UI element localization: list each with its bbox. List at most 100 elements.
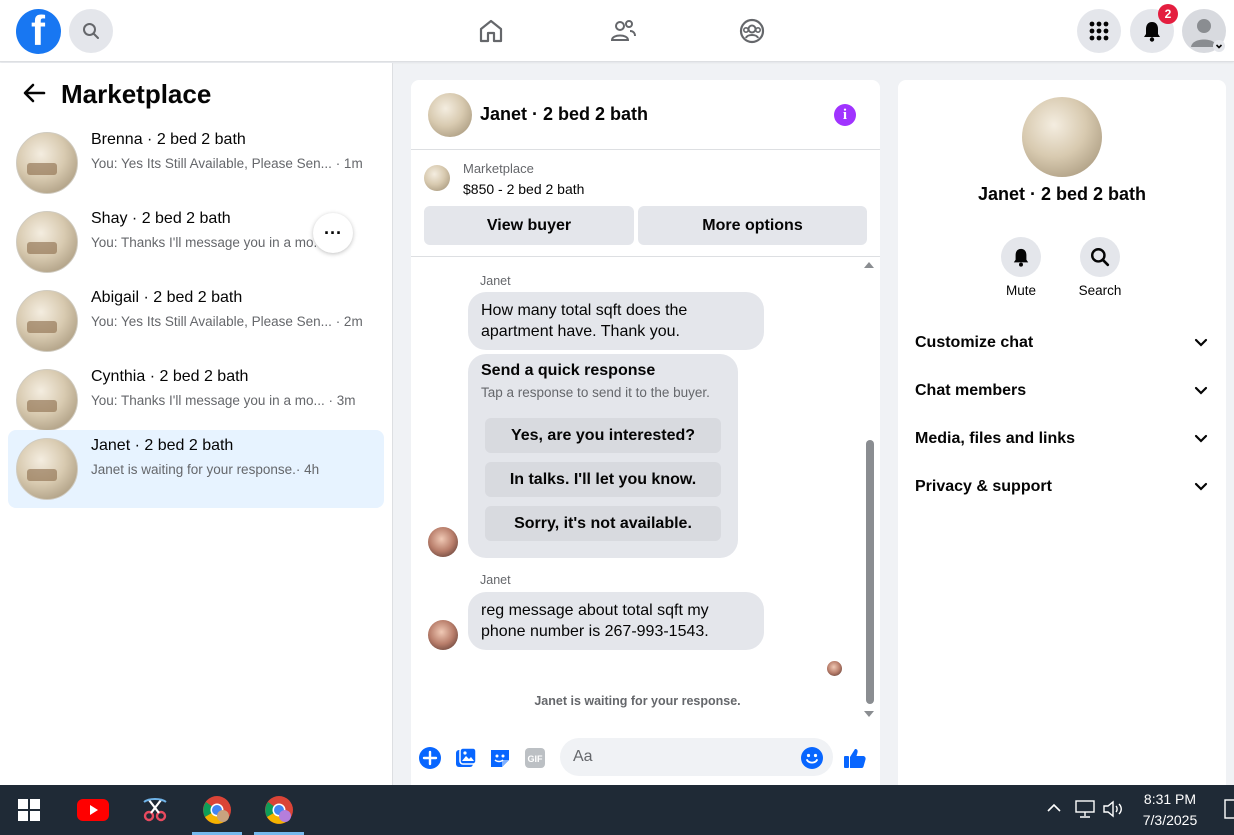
top-bar: f 2 (0, 0, 1234, 62)
system-clock[interactable]: 8:31 PM 7/3/2025 (1132, 789, 1208, 831)
emoji-icon[interactable] (800, 746, 824, 770)
listing-avatar (16, 290, 78, 352)
conversation-item-selected[interactable]: Janet · 2 bed 2 bath Janet is waiting fo… (8, 430, 384, 508)
search-label: Search (1078, 283, 1122, 298)
listing-avatar (16, 132, 78, 194)
scroll-up-icon[interactable] (864, 262, 874, 268)
message-sender: Janet (480, 274, 511, 288)
media-files-links-section[interactable]: Media, files and links (915, 430, 1214, 454)
message-composer: GIF (411, 730, 880, 785)
conversation-name: Janet · 2 bed 2 bath (91, 437, 234, 454)
groups-icon[interactable] (737, 16, 767, 46)
grid-menu-icon (1089, 21, 1109, 41)
bell-icon (1144, 22, 1160, 42)
chevron-down-icon (1194, 482, 1208, 491)
more-options-button[interactable]: More options (638, 206, 867, 245)
message-text: apartment have. Thank you. (481, 323, 680, 340)
listing-avatar (16, 369, 78, 431)
quick-response-option[interactable]: Yes, are you interested? (485, 418, 721, 453)
search-button[interactable] (69, 9, 113, 53)
search-conversation-button[interactable]: Search (1065, 237, 1135, 298)
account-avatar[interactable] (1182, 9, 1226, 53)
menu-button[interactable] (1077, 9, 1121, 53)
conversation-list-panel: Marketplace Brenna · 2 bed 2 bath You: Y… (0, 63, 393, 785)
friends-icon[interactable] (608, 16, 638, 46)
conversation-name: Shay · 2 bed 2 bath (91, 210, 231, 227)
conversation-name: Cynthia · 2 bed 2 bath (91, 368, 249, 385)
quick-response-option[interactable]: In talks. I'll let you know. (485, 462, 721, 497)
seen-indicator-avatar (827, 661, 842, 676)
sticker-icon[interactable] (488, 746, 512, 770)
chat-panel: Janet · 2 bed 2 bath i Marketplace $850 … (411, 80, 880, 785)
mute-button[interactable]: Mute (986, 237, 1056, 298)
profile-icon (1191, 19, 1225, 52)
quick-response-title: Send a quick response (481, 362, 656, 379)
conversation-preview: You: Yes Its Still Available, Please Sen… (91, 156, 363, 171)
message-bubble: reg message about total sqft my phone nu… (468, 592, 764, 650)
facebook-logo-icon[interactable]: f (16, 7, 61, 54)
chrome-icon[interactable] (192, 785, 242, 835)
message-bubble: How many total sqft does the apartment h… (468, 292, 764, 350)
message-text: phone number is 267-993-1543. (481, 623, 709, 640)
conversation-item[interactable]: Brenna · 2 bed 2 bath You: Yes Its Still… (8, 124, 384, 202)
conversation-item[interactable]: Cynthia · 2 bed 2 bath You: Thanks I'll … (8, 361, 384, 439)
message-input[interactable] (560, 738, 833, 776)
plus-icon[interactable] (418, 746, 442, 770)
chevron-up-icon[interactable] (1045, 799, 1063, 817)
thumbs-up-icon[interactable] (843, 746, 867, 770)
gif-icon[interactable]: GIF (523, 746, 547, 770)
network-icon[interactable] (1074, 799, 1096, 819)
windows-start-icon[interactable] (4, 785, 54, 835)
scroll-down-icon[interactable] (864, 711, 874, 717)
view-buyer-button[interactable]: View buyer (424, 206, 634, 245)
chrome-profile-icon[interactable] (254, 785, 304, 835)
conversation-name: Brenna · 2 bed 2 bath (91, 131, 246, 148)
photo-icon[interactable] (454, 746, 478, 770)
clock-time: 8:31 PM (1143, 791, 1197, 807)
message-text: reg message about total sqft my (481, 602, 709, 619)
volume-icon[interactable] (1102, 799, 1126, 819)
chat-title[interactable]: Janet · 2 bed 2 bath (480, 104, 648, 125)
listing-avatar (16, 211, 78, 273)
info-icon[interactable]: i (834, 104, 856, 126)
scrollbar-thumb[interactable] (866, 440, 874, 704)
customize-chat-section[interactable]: Customize chat (915, 334, 1214, 358)
message-text: How many total sqft does the (481, 302, 688, 319)
more-options-icon[interactable]: ··· (313, 213, 353, 253)
windows-taskbar: 8:31 PM 7/3/2025 (0, 785, 1234, 835)
chat-avatar[interactable] (428, 93, 472, 137)
snipping-tool-icon[interactable] (130, 785, 180, 835)
home-icon[interactable] (476, 16, 506, 46)
search-icon (1080, 237, 1120, 277)
chevron-down-icon (1194, 434, 1208, 443)
waiting-status: Janet is waiting for your response. (534, 694, 741, 708)
back-arrow-icon[interactable] (22, 82, 46, 104)
search-icon (83, 23, 99, 39)
notification-badge: 2 (1158, 4, 1178, 24)
chat-details-avatar[interactable] (1022, 97, 1102, 177)
listing-thumbnail[interactable] (424, 165, 450, 191)
chat-details-panel: Janet · 2 bed 2 bath Mute Search Customi… (898, 80, 1226, 785)
conversation-item[interactable]: Abigail · 2 bed 2 bath You: Yes Its Stil… (8, 282, 384, 360)
bell-icon (1001, 237, 1041, 277)
quick-response-option[interactable]: Sorry, it's not available. (485, 506, 721, 541)
youtube-icon[interactable] (68, 785, 118, 835)
conversation-preview: You: Yes Its Still Available, Please Sen… (91, 314, 363, 329)
chevron-down-icon (1194, 338, 1208, 347)
sender-avatar (428, 527, 458, 557)
privacy-support-section[interactable]: Privacy & support (915, 478, 1214, 502)
conversation-name: Abigail · 2 bed 2 bath (91, 289, 243, 306)
page-title: Marketplace (61, 79, 212, 109)
svg-text:GIF: GIF (528, 754, 544, 764)
message-thread: Janet How many total sqft does the apart… (411, 258, 880, 718)
section-label: Privacy & support (915, 478, 1052, 495)
listing-label: Marketplace (463, 161, 534, 176)
notification-center-icon[interactable] (1224, 798, 1234, 820)
message-sender: Janet (480, 573, 511, 587)
chat-header: Janet · 2 bed 2 bath i (411, 80, 880, 150)
clock-date: 7/3/2025 (1142, 812, 1198, 828)
chat-members-section[interactable]: Chat members (915, 382, 1214, 406)
conversation-preview: Janet is waiting for your response.· 4h (91, 462, 320, 477)
quick-response-card: Send a quick response Tap a response to … (468, 354, 738, 558)
listing-price[interactable]: $850 - 2 bed 2 bath (463, 181, 584, 197)
